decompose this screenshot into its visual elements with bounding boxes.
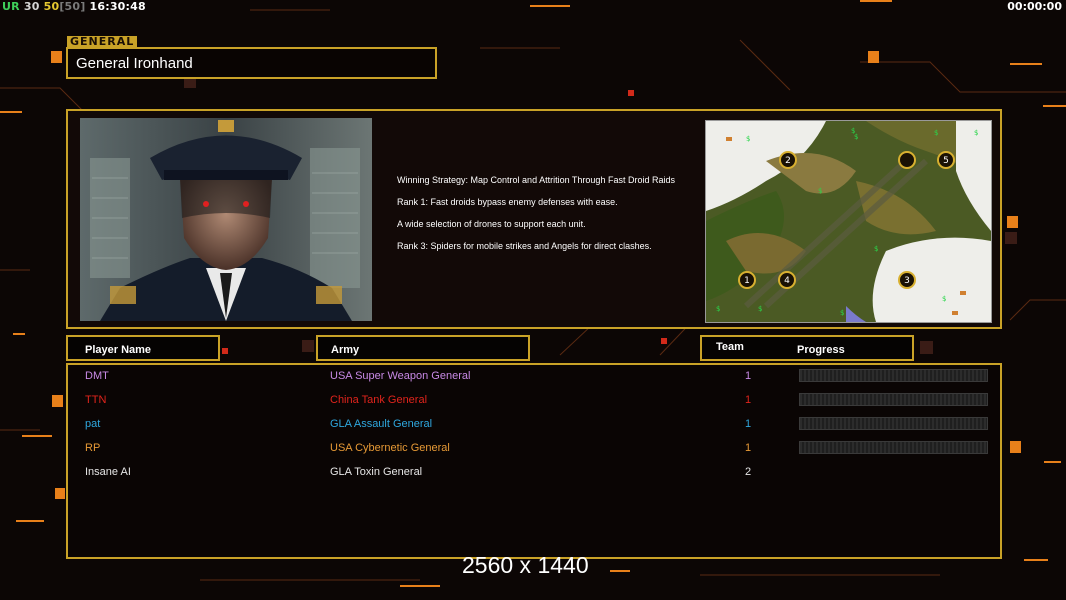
map-start-3: 3 xyxy=(904,276,910,286)
svg-text:$: $ xyxy=(746,135,750,143)
player-progress-bar xyxy=(799,417,988,430)
header-team-label: Team xyxy=(716,341,744,353)
player-team: 1 xyxy=(745,394,752,406)
svg-text:$: $ xyxy=(974,129,978,137)
player-name: Insane AI xyxy=(85,466,131,478)
header-army-label: Army xyxy=(331,344,360,356)
player-team: 2 xyxy=(745,466,752,478)
header-player-name: Player Name xyxy=(66,335,220,361)
svg-text:$: $ xyxy=(874,245,878,253)
map-start-4: 4 xyxy=(784,276,790,286)
player-name: pat xyxy=(85,418,101,430)
strategy-line: A wide selection of drones to support ea… xyxy=(397,219,586,229)
player-army: GLA Toxin General xyxy=(330,466,423,478)
player-army: USA Cybernetic General xyxy=(330,442,450,454)
hud-value-30: 30 xyxy=(23,0,40,13)
strategy-text: Winning Strategy: Map Control and Attrit… xyxy=(397,175,693,263)
map-start-1: 1 xyxy=(744,276,750,286)
player-team: 1 xyxy=(745,418,752,430)
svg-text:$: $ xyxy=(716,305,720,313)
svg-text:$: $ xyxy=(818,187,822,195)
hud-ur-label: UR xyxy=(2,0,20,13)
player-army: GLA Assault General xyxy=(330,418,433,430)
players-table: DMT USA Super Weapon General 1 TTN China… xyxy=(66,363,1002,559)
player-progress-bar xyxy=(799,441,988,454)
strategy-line: Rank 3: Spiders for mobile strikes and A… xyxy=(397,241,652,251)
player-team: 1 xyxy=(745,442,752,454)
svg-text:$: $ xyxy=(934,129,938,137)
player-progress-bar xyxy=(799,369,988,382)
player-team: 1 xyxy=(745,370,752,382)
player-army: USA Super Weapon General xyxy=(330,370,471,382)
resolution-overlay: 2560 x 1440 xyxy=(462,552,589,578)
strategy-line: Rank 1: Fast droids bypass enemy defense… xyxy=(397,197,618,207)
hud-value-50: 50 xyxy=(43,0,60,13)
svg-text:$: $ xyxy=(840,309,844,317)
player-progress-bar xyxy=(799,393,988,406)
header-team-progress: Team Progress xyxy=(700,335,914,361)
minimap-preview: 2 5 1 4 3 $ $ $ $ $ $ $ $ $ $ $ xyxy=(705,120,992,323)
header-player-label: Player Name xyxy=(85,344,152,356)
player-name: DMT xyxy=(85,370,109,382)
strategy-line: Winning Strategy: Map Control and Attrit… xyxy=(397,175,675,185)
table-row: RP USA Cybernetic General 1 xyxy=(68,438,1004,462)
svg-text:$: $ xyxy=(758,305,762,313)
map-start-5: 5 xyxy=(943,156,949,166)
player-army: China Tank General xyxy=(330,394,428,406)
header-army: Army xyxy=(316,335,530,361)
svg-text:$: $ xyxy=(942,295,946,303)
table-row: DMT USA Super Weapon General 1 xyxy=(68,366,1004,390)
table-row: Insane AI GLA Toxin General 2 xyxy=(68,462,1004,486)
hud-timer: 00:00:00 xyxy=(1007,0,1062,13)
hud-status: UR 30 50[50] 16:30:48 xyxy=(2,0,146,13)
hud-clock: 16:30:48 xyxy=(89,0,146,13)
player-name: TTN xyxy=(85,394,107,406)
map-start-2: 2 xyxy=(785,156,791,166)
header-progress-label: Progress xyxy=(797,344,845,356)
general-name-box: General Ironhand xyxy=(66,47,437,79)
svg-text:$: $ xyxy=(854,133,858,141)
general-info-panel: Winning Strategy: Map Control and Attrit… xyxy=(66,109,1002,329)
table-row: pat GLA Assault General 1 xyxy=(68,414,1004,438)
general-name: General Ironhand xyxy=(76,55,193,72)
player-name: RP xyxy=(85,442,101,454)
general-portrait xyxy=(80,118,372,321)
hud-value-50-bracket: [50] xyxy=(59,0,86,13)
table-row: TTN China Tank General 1 xyxy=(68,390,1004,414)
